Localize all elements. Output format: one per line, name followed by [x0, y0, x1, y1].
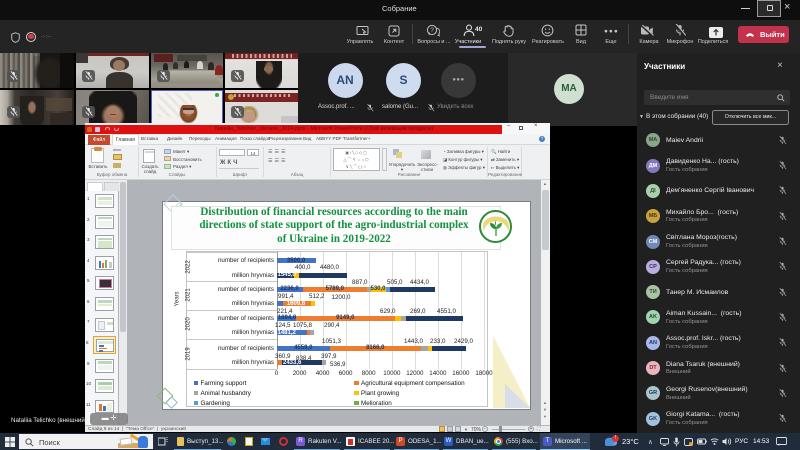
svg-text:?: ? [430, 27, 434, 34]
